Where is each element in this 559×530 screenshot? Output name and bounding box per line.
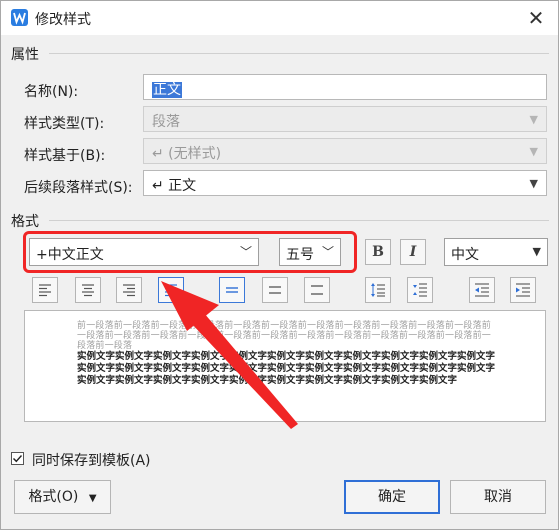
preview-previous-paragraph: 前一段落前一段落前一段落前一段落前一段落前一段落前一段落前一段落前一段落前一段落… [77,321,492,351]
check-icon [13,455,23,463]
based-on-select[interactable]: ↵ (无样式) ▼ [143,138,547,164]
style-preview: 前一段落前一段落前一段落前一段落前一段落前一段落前一段落前一段落前一段落前一段落… [24,310,546,422]
format-menu-button[interactable]: 格式(O) ▼ [14,480,111,514]
modify-style-dialog: 修改样式 ✕ 属性 名称(N): 正文 样式类型(T): 段落 ▼ 样式基于(B… [0,0,559,530]
line-spacing-1-5-icon[interactable] [262,277,288,303]
align-center-icon[interactable] [75,277,101,303]
bold-icon[interactable]: B [365,239,391,265]
style-type-select[interactable]: 段落 ▼ [143,106,547,132]
indent-decrease-icon[interactable] [469,277,495,303]
close-icon[interactable]: ✕ [523,6,549,30]
style-type-label: 样式类型(T): [24,116,105,132]
title-bar: 修改样式 ✕ [1,1,558,35]
chevron-down-icon: ▼ [529,113,538,126]
cancel-button[interactable]: 取消 [450,480,546,514]
chevron-down-icon[interactable]: ▼ [533,245,541,258]
format-divider [49,220,549,221]
name-label: 名称(N): [24,84,79,100]
format-section-label: 格式 [11,214,39,230]
based-on-value: ↵ (无样式) [152,146,222,162]
next-style-label: 后续段落样式(S): [24,180,133,196]
paragraph-spacing-increase-icon[interactable] [365,277,391,303]
next-style-select[interactable]: ↵ 正文 ▼ [143,170,547,196]
preview-sample-text: 实例文字实例文字实例文字实例文字实例文字实例文字实例文字实例文字实例文字实例文字… [77,351,496,386]
language-value: 中文 [451,247,479,263]
window-title: 修改样式 [35,12,91,28]
chevron-down-icon: ▼ [529,177,538,190]
properties-divider [49,53,549,54]
based-on-label: 样式基于(B): [24,148,106,164]
italic-icon[interactable]: I [400,239,426,265]
align-justify-icon[interactable] [158,277,184,303]
format-button-label: 格式(O) [28,489,79,505]
align-left-icon[interactable] [32,277,58,303]
chevron-down-icon: ▼ [88,493,97,504]
red-highlight-box [23,231,357,273]
line-spacing-double-icon[interactable] [304,277,330,303]
align-right-icon[interactable] [116,277,142,303]
save-to-template-checkbox[interactable] [11,452,24,465]
app-icon [11,9,28,26]
paragraph-spacing-decrease-icon[interactable] [407,277,433,303]
name-input-value: 正文 [152,82,182,98]
indent-increase-icon[interactable] [510,277,536,303]
save-to-template-label[interactable]: 同时保存到模板(A) [32,450,151,470]
name-input[interactable]: 正文 [143,74,547,100]
chevron-down-icon: ▼ [529,145,538,158]
properties-section-label: 属性 [11,47,39,63]
line-spacing-single-icon[interactable] [219,277,245,303]
ok-button[interactable]: 确定 [344,480,440,514]
next-style-value: ↵ 正文 [152,178,197,194]
language-select[interactable]: 中文 ▼ [444,238,548,266]
style-type-value: 段落 [152,114,180,130]
